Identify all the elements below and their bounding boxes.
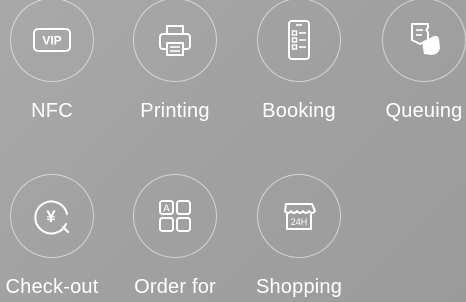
- tile-nfc[interactable]: VIP NFC: [4, 0, 100, 122]
- tile-printing-label: Printing: [140, 100, 210, 122]
- tile-check-out-label: Check-out: [5, 276, 99, 298]
- tile-nfc-circle: VIP: [10, 0, 94, 82]
- ticket-hand-icon: [411, 23, 440, 55]
- phone-checklist-icon: [288, 20, 310, 60]
- tile-order-for-circle: A: [133, 174, 217, 258]
- vip-card-icon: VIP: [33, 28, 71, 52]
- tile-shopping-circle: 24H: [257, 174, 341, 258]
- tile-order-for-label: Order for: [134, 276, 216, 298]
- svg-text:A: A: [163, 204, 170, 215]
- tile-queuing-circle: [382, 0, 466, 82]
- tile-order-for[interactable]: A Order for: [127, 174, 223, 298]
- tile-printing-circle: [133, 0, 217, 82]
- feature-grid: VIP NFC Printing Booking Queuing ¥ Check…: [0, 0, 466, 302]
- tile-queuing-label: Queuing: [385, 100, 463, 122]
- menu-grid-icon: A: [159, 200, 191, 232]
- tile-check-out[interactable]: ¥ Check-out: [4, 174, 100, 298]
- svg-text:¥: ¥: [46, 207, 56, 226]
- svg-text:VIP: VIP: [42, 34, 61, 48]
- store-24h-icon: 24H: [284, 203, 316, 230]
- tile-booking-label: Booking: [262, 100, 336, 122]
- svg-text:24H: 24H: [291, 217, 308, 227]
- tile-shopping[interactable]: 24H Shopping: [251, 174, 347, 298]
- tile-queuing[interactable]: Queuing: [376, 0, 466, 122]
- tile-booking-circle: [257, 0, 341, 82]
- tile-nfc-label: NFC: [31, 100, 73, 122]
- tile-check-out-circle: ¥: [10, 174, 94, 258]
- tile-printing[interactable]: Printing: [127, 0, 223, 122]
- tile-booking[interactable]: Booking: [251, 0, 347, 122]
- tile-shopping-label: Shopping: [255, 276, 343, 298]
- printer-icon: [159, 25, 191, 56]
- yen-coin-icon: ¥: [34, 200, 69, 235]
